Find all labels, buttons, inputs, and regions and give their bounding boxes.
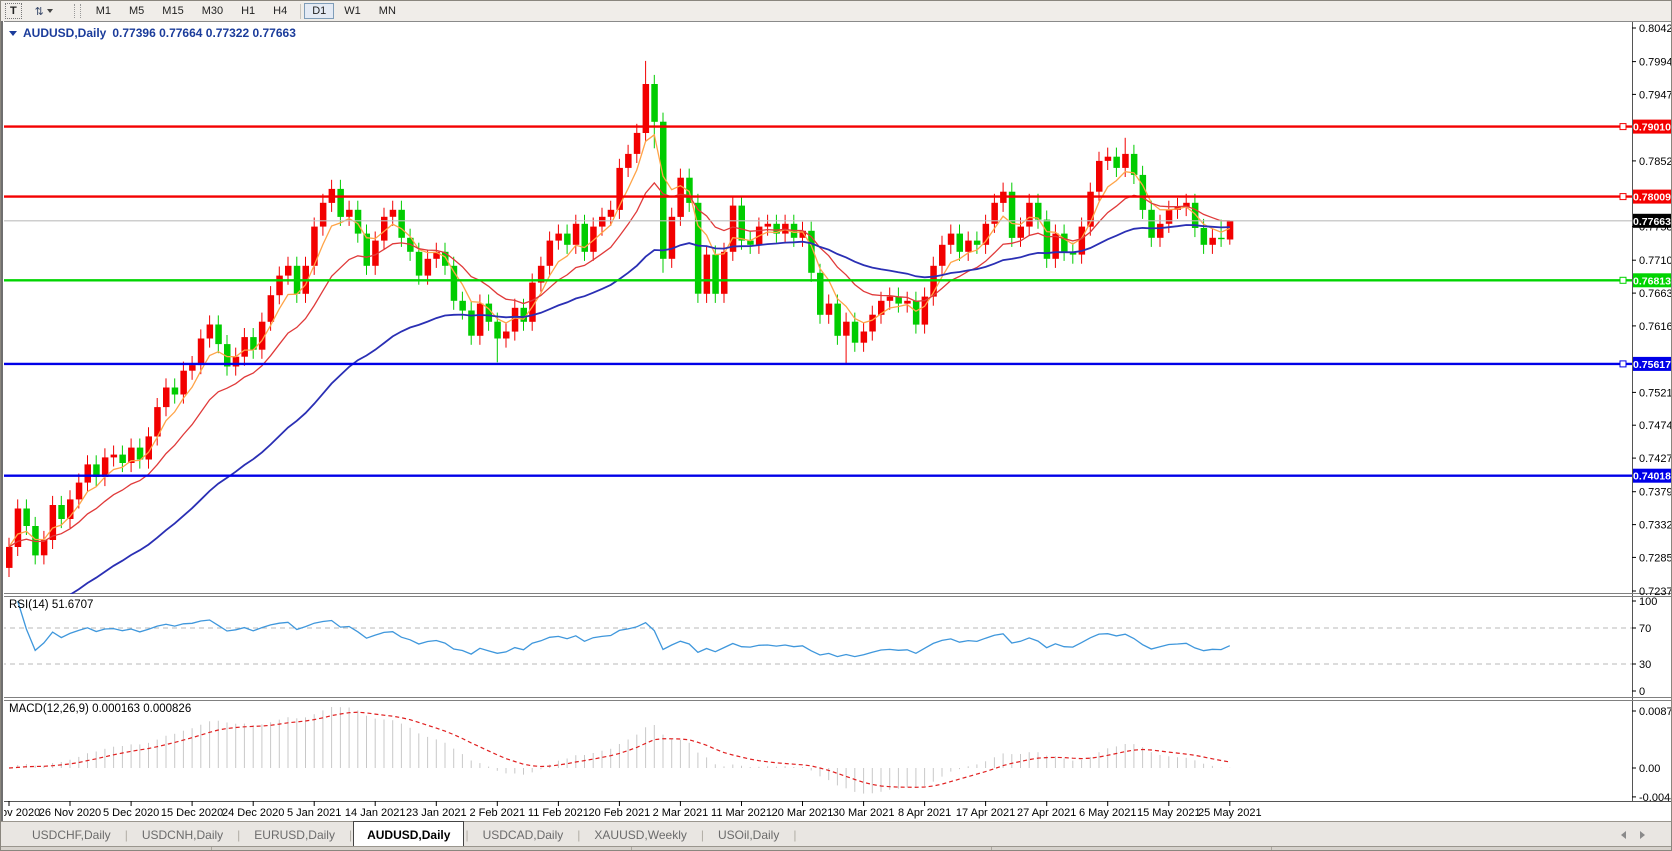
svg-text:15 May 2021: 15 May 2021 — [1137, 807, 1201, 819]
timeframe-button-m15[interactable]: M15 — [154, 3, 191, 19]
svg-text:0.79010: 0.79010 — [1633, 122, 1671, 134]
chart-style-icon: ⇅ — [34, 5, 44, 18]
svg-text:20 Feb 2021: 20 Feb 2021 — [589, 807, 651, 819]
svg-text:15 Dec 2020: 15 Dec 2020 — [161, 807, 223, 819]
window-left-border — [1, 21, 4, 821]
svg-text:0.79470: 0.79470 — [1639, 89, 1672, 101]
tab-separator: | — [793, 827, 797, 842]
timeframe-button-mn[interactable]: MN — [371, 3, 404, 19]
svg-text:0: 0 — [1639, 686, 1645, 698]
timeframe-button-m30[interactable]: M30 — [194, 3, 231, 19]
svg-text:2 Feb 2021: 2 Feb 2021 — [469, 807, 525, 819]
svg-text:11 Feb 2021: 11 Feb 2021 — [528, 807, 589, 819]
tab-scroll-controls — [1621, 822, 1645, 847]
svg-text:23 Jan 2021: 23 Jan 2021 — [406, 807, 467, 819]
svg-text:70: 70 — [1639, 623, 1651, 635]
svg-text:20 Mar 2021: 20 Mar 2021 — [772, 807, 834, 819]
svg-text:25 May 2021: 25 May 2021 — [1198, 807, 1262, 819]
trading-app-window: T ⇅ M1M5M15M30H1H4 D1W1MN .ax{font:11px "… — [0, 0, 1672, 851]
timeframe-button-m5[interactable]: M5 — [121, 3, 152, 19]
svg-text:0.77663: 0.77663 — [1633, 216, 1671, 228]
svg-text:0.75617: 0.75617 — [1633, 359, 1671, 371]
svg-text:0.77100: 0.77100 — [1639, 255, 1672, 267]
rsi-indicator-label: RSI(14) 51.6707 — [9, 599, 94, 611]
tabs-scroll-left-icon[interactable] — [1621, 830, 1626, 839]
svg-text:11 Mar 2021: 11 Mar 2021 — [711, 807, 772, 819]
svg-text:0.80420: 0.80420 — [1639, 23, 1672, 35]
svg-text:5 Jan 2021: 5 Jan 2021 — [287, 807, 341, 819]
chart-title: AUDUSD,Daily 0.77396 0.77664 0.77322 0.7… — [9, 26, 296, 40]
svg-text:0.78009: 0.78009 — [1633, 192, 1671, 204]
chevron-down-icon — [46, 9, 53, 13]
svg-text:0.79940: 0.79940 — [1639, 57, 1672, 69]
tab-audusd[interactable]: AUDUSD,Daily — [353, 820, 465, 849]
tab-usdcnh[interactable]: USDCNH,Daily — [129, 824, 236, 846]
toolbar-grip — [73, 4, 81, 18]
rsi-line — [17, 600, 1231, 658]
svg-text:0.74270: 0.74270 — [1639, 453, 1672, 465]
svg-text:0.76813: 0.76813 — [1633, 275, 1671, 287]
svg-text:24 Dec 2020: 24 Dec 2020 — [222, 807, 284, 819]
tab-usdcad[interactable]: USDCAD,Daily — [470, 824, 577, 846]
tab-eurusd[interactable]: EURUSD,Daily — [241, 824, 348, 846]
chart-surface[interactable]: .ax{font:11px "Liberation Sans",sans-ser… — [1, 1, 1672, 821]
chart-ohlc-values: 0.77396 0.77664 0.77322 0.77663 — [112, 26, 296, 40]
svg-text:14 Jan 2021: 14 Jan 2021 — [345, 807, 406, 819]
svg-text:30 Mar 2021: 30 Mar 2021 — [833, 807, 895, 819]
svg-text:2 Mar 2021: 2 Mar 2021 — [653, 807, 709, 819]
svg-text:27 Apr 2021: 27 Apr 2021 — [1017, 807, 1076, 819]
svg-text:30: 30 — [1639, 659, 1651, 671]
svg-text:0.76630: 0.76630 — [1639, 288, 1672, 300]
status-strip — [1, 846, 1671, 850]
svg-text:17 Nov 2020: 17 Nov 2020 — [1, 807, 40, 819]
svg-text:0.74018: 0.74018 — [1633, 471, 1671, 483]
svg-text:0.74740: 0.74740 — [1639, 420, 1672, 432]
svg-text:6 May 2021: 6 May 2021 — [1079, 807, 1136, 819]
svg-text:100: 100 — [1639, 596, 1657, 608]
svg-text:0.76160: 0.76160 — [1639, 321, 1672, 333]
tab-usdchf[interactable]: USDCHF,Daily — [19, 824, 124, 846]
symbol-tabs: USDCHF,Daily | USDCNH,Daily | EURUSD,Daily | A… — [1, 820, 797, 849]
candlesticks — [6, 60, 1234, 577]
svg-text:0.78520: 0.78520 — [1639, 156, 1672, 168]
svg-text:0.008782: 0.008782 — [1639, 706, 1672, 718]
text-tool-button[interactable]: T — [5, 3, 22, 19]
toolbar: T ⇅ M1 M5 M15 M30 H1 H4 D1 W1 MN — [1, 1, 1671, 21]
svg-text:17 Apr 2021: 17 Apr 2021 — [956, 807, 1015, 819]
collapse-triangle-icon — [9, 30, 17, 36]
timeframe-button-d1[interactable]: D1 — [300, 3, 335, 19]
svg-text:8 Apr 2021: 8 Apr 2021 — [898, 807, 951, 819]
horizontal-price-levels[interactable]: 0.79010 0.78009 0.76813 0.75617 0.74018 — [1, 119, 1672, 483]
svg-text:-0.004455: -0.004455 — [1639, 792, 1672, 804]
tab-xauusd[interactable]: XAUUSD,Weekly — [581, 824, 699, 846]
svg-text:26 Nov 2020: 26 Nov 2020 — [39, 807, 101, 819]
svg-text:0.00: 0.00 — [1639, 763, 1660, 775]
timeframe-button-w1[interactable]: W1 — [336, 3, 369, 19]
symbol-tab-bar: USDCHF,Daily | USDCNH,Daily | EURUSD,Daily | A… — [1, 820, 1671, 849]
chart-style-button[interactable]: ⇅ — [24, 2, 64, 20]
svg-text:5 Dec 2020: 5 Dec 2020 — [103, 807, 159, 819]
timeframe-button-m1[interactable]: M1 — [88, 3, 119, 19]
timeframe-button-h4[interactable]: H4 — [265, 3, 295, 19]
tabs-scroll-right-icon[interactable] — [1640, 830, 1645, 839]
chart-symbol-label: AUDUSD,Daily — [23, 26, 107, 40]
timeframe-toolbar: M1 M5 M15 M30 H1 H4 D1 W1 MN — [88, 3, 404, 19]
svg-text:0.73320: 0.73320 — [1639, 520, 1672, 532]
tab-usoil[interactable]: USOil,Daily — [705, 824, 792, 846]
macd-indicator-label: MACD(12,26,9) 0.000163 0.000826 — [9, 703, 192, 715]
svg-text:0.75210: 0.75210 — [1639, 387, 1672, 399]
chart-canvas[interactable]: .ax{font:11px "Liberation Sans",sans-ser… — [1, 1, 1672, 821]
timeframe-button-h1[interactable]: H1 — [233, 3, 263, 19]
macd-histogram — [17, 707, 1231, 794]
svg-text:0.73790: 0.73790 — [1639, 487, 1672, 499]
svg-text:0.72850: 0.72850 — [1639, 552, 1672, 564]
